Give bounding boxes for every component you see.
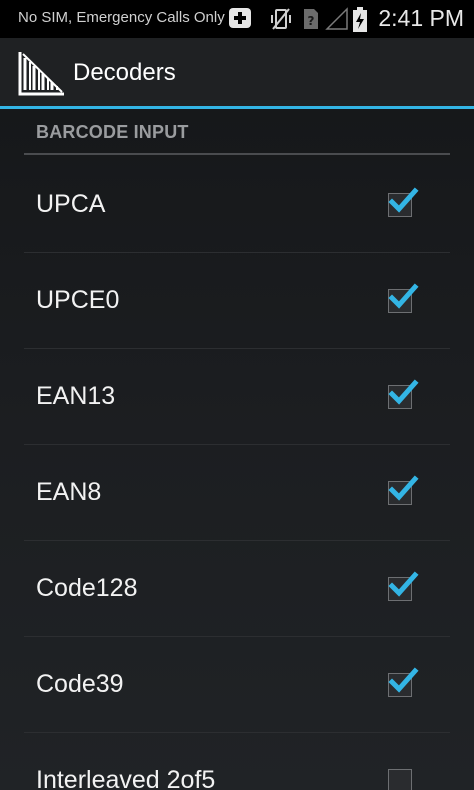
signal-icon <box>325 7 349 36</box>
decoder-checkbox[interactable] <box>388 667 419 697</box>
decoder-label: UPCE0 <box>36 286 120 314</box>
decoder-checkbox[interactable] <box>388 283 419 313</box>
decoder-checkbox[interactable] <box>388 475 419 505</box>
status-bar: No SIM, Emergency Calls Only ? 2:41 PM <box>0 0 474 38</box>
vibrate-icon <box>270 7 292 36</box>
add-notification-icon <box>228 7 252 34</box>
decoder-label: Code128 <box>36 574 138 602</box>
decoder-checkbox[interactable] <box>388 769 412 790</box>
decoder-row[interactable]: Code39 <box>24 637 450 733</box>
decoder-row[interactable]: Interleaved 2of5 <box>24 733 450 790</box>
check-icon <box>388 475 419 501</box>
decoder-checkbox[interactable] <box>388 571 419 601</box>
decoder-label: UPCA <box>36 190 106 218</box>
check-icon <box>388 379 419 405</box>
decoder-label: EAN8 <box>36 478 102 506</box>
carrier-text: No SIM, Emergency Calls Only <box>18 9 225 26</box>
decoder-label: Code39 <box>36 670 124 698</box>
decoder-label: Interleaved 2of5 <box>36 766 216 790</box>
battery-charging-icon <box>352 7 368 38</box>
decoder-checkbox[interactable] <box>388 379 419 409</box>
barcode-app-icon[interactable] <box>18 50 66 101</box>
decoder-row[interactable]: EAN8 <box>24 445 450 541</box>
action-bar: Decoders <box>0 38 474 109</box>
decoder-row[interactable]: EAN13 <box>24 349 450 445</box>
check-icon <box>388 571 419 597</box>
svg-text:?: ? <box>308 14 315 28</box>
decoder-label: EAN13 <box>36 382 116 410</box>
decoder-checkbox[interactable] <box>388 187 419 217</box>
screen: No SIM, Emergency Calls Only ? 2:41 PM D… <box>0 0 474 790</box>
no-sim-icon: ? <box>302 7 320 36</box>
decoder-row[interactable]: UPCA <box>24 157 450 253</box>
check-icon <box>388 667 419 693</box>
section-header: BARCODE INPUT <box>24 109 450 155</box>
page-title: Decoders <box>73 59 176 86</box>
check-icon <box>388 283 419 309</box>
decoder-row[interactable]: Code128 <box>24 541 450 637</box>
clock: 2:41 PM <box>378 5 464 31</box>
check-icon <box>388 187 419 213</box>
decoder-row[interactable]: UPCE0 <box>24 253 450 349</box>
section-header-label: BARCODE INPUT <box>36 122 189 142</box>
decoder-list: UPCA UPCE0 EAN13 EAN8 Code128 Code39 Int… <box>24 157 450 790</box>
